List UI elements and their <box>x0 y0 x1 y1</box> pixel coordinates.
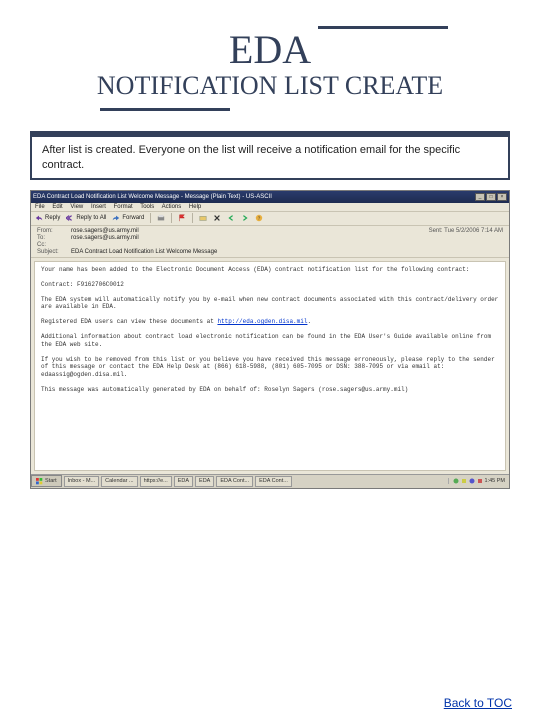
email-header: From: rose.sagers@us.army.mil Sent: Tue … <box>31 226 509 258</box>
task-item[interactable]: EDA <box>174 476 193 487</box>
forward-label: Forward <box>122 215 144 221</box>
body-line-1: Your name has been added to the Electron… <box>41 266 469 273</box>
reply-label: Reply <box>45 215 60 221</box>
email-screenshot: EDA Contract Load Notification List Welc… <box>30 190 510 489</box>
back-to-toc-link[interactable]: Back to TOC <box>444 696 512 710</box>
windows-icon <box>36 478 43 485</box>
forward-button[interactable]: Forward <box>112 214 144 222</box>
toolbar-separator <box>192 213 193 223</box>
subject-value: EDA Contract Load Notification List Welc… <box>71 249 429 255</box>
svg-text:?: ? <box>258 216 261 222</box>
start-label: Start <box>45 478 57 484</box>
tray-icon[interactable] <box>469 478 475 484</box>
cc-label: Cc: <box>37 242 71 248</box>
taskbar: Start Inbox - M... Calendar ... https://… <box>31 474 509 488</box>
sent-label: Sent: <box>429 228 443 234</box>
toolbar: Reply Reply to All Forward ? <box>31 212 509 226</box>
task-item[interactable]: Calendar ... <box>101 476 137 487</box>
menu-tools[interactable]: Tools <box>140 204 154 210</box>
task-item[interactable]: https://e... <box>140 476 172 487</box>
subject-label: Subject: <box>37 249 71 255</box>
toolbar-separator <box>150 213 151 223</box>
maximize-icon[interactable]: □ <box>486 193 496 201</box>
system-tray: 1:45 PM <box>448 478 509 484</box>
to-label: To: <box>37 235 71 241</box>
body-line-3: The EDA system will automatically notify… <box>41 296 502 311</box>
prev-icon[interactable] <box>227 214 235 222</box>
task-item[interactable]: Inbox - M... <box>64 476 100 487</box>
body-line-2: Contract: F9162706C0012 <box>41 281 124 288</box>
body-line-4-post: . <box>307 318 311 325</box>
help-icon[interactable]: ? <box>255 214 263 222</box>
reply-icon <box>35 214 43 222</box>
task-item[interactable]: EDA <box>195 476 214 487</box>
to-value: rose.sagers@us.army.mil <box>71 235 429 241</box>
tray-icon[interactable] <box>477 478 483 484</box>
menu-view[interactable]: View <box>70 204 83 210</box>
window-titlebar: EDA Contract Load Notification List Welc… <box>31 191 509 203</box>
from-value: rose.sagers@us.army.mil <box>71 228 429 234</box>
title-sub: NOTIFICATION LIST CREATE <box>70 72 470 99</box>
start-button[interactable]: Start <box>31 475 62 487</box>
title-rule-top <box>318 26 448 29</box>
email-body: Your name has been added to the Electron… <box>34 261 506 471</box>
body-line-5: Additional information about contract lo… <box>41 333 495 348</box>
body-line-6: If you wish to be removed from this list… <box>41 356 498 378</box>
reply-all-icon <box>66 214 74 222</box>
clock: 1:45 PM <box>485 478 505 484</box>
minimize-icon[interactable]: _ <box>475 193 485 201</box>
window-title: EDA Contract Load Notification List Welc… <box>33 194 272 200</box>
menu-help[interactable]: Help <box>189 204 201 210</box>
close-icon[interactable]: × <box>497 193 507 201</box>
flag-icon[interactable] <box>178 214 186 222</box>
title-main: EDA <box>70 30 470 70</box>
reply-all-button[interactable]: Reply to All <box>66 214 106 222</box>
task-item[interactable]: EDA Cont... <box>255 476 292 487</box>
body-line-4-pre: Registered EDA users can view these docu… <box>41 318 217 325</box>
menu-edit[interactable]: Edit <box>52 204 62 210</box>
reply-button[interactable]: Reply <box>35 214 60 222</box>
toolbar-separator <box>171 213 172 223</box>
reply-all-label: Reply to All <box>76 215 106 221</box>
sent-block: Sent: Tue 5/2/2006 7:14 AM <box>429 228 503 234</box>
tray-icon[interactable] <box>453 478 459 484</box>
menu-file[interactable]: File <box>35 204 45 210</box>
caption-box: After list is created. Everyone on the l… <box>30 131 510 180</box>
forward-icon <box>112 214 120 222</box>
menu-format[interactable]: Format <box>114 204 133 210</box>
tray-icon[interactable] <box>461 478 467 484</box>
cc-value <box>71 242 429 248</box>
next-icon[interactable] <box>241 214 249 222</box>
delete-icon[interactable] <box>213 214 221 222</box>
from-label: From: <box>37 228 71 234</box>
print-icon[interactable] <box>157 214 165 222</box>
body-link[interactable]: http://eda.ogden.disa.mil <box>217 318 307 325</box>
sent-value: Tue 5/2/2006 7:14 AM <box>444 228 503 234</box>
move-icon[interactable] <box>199 214 207 222</box>
body-line-7: This message was automatically generated… <box>41 386 408 393</box>
menu-insert[interactable]: Insert <box>91 204 106 210</box>
menubar: File Edit View Insert Format Tools Actio… <box>31 203 509 212</box>
title-rule-bottom <box>100 108 230 111</box>
menu-actions[interactable]: Actions <box>162 204 182 210</box>
task-item[interactable]: EDA Cont... <box>216 476 253 487</box>
